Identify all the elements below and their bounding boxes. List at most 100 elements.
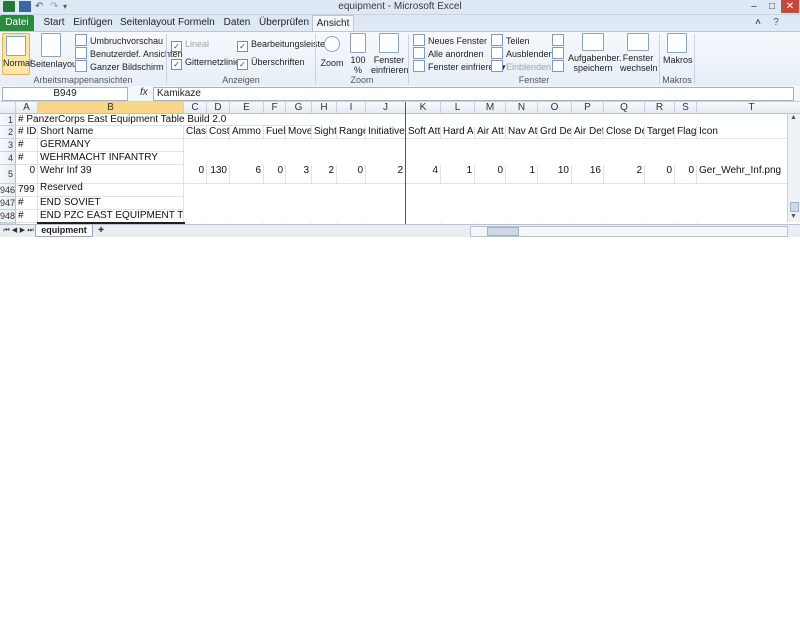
- column-header-p[interactable]: P: [572, 102, 604, 114]
- zoom-100-button[interactable]: 100 %: [347, 33, 369, 75]
- column-header-l[interactable]: L: [441, 102, 475, 114]
- table-cell[interactable]: 1: [506, 165, 538, 184]
- table-cell[interactable]: #: [16, 139, 38, 152]
- table-cell[interactable]: Flag: [675, 126, 697, 139]
- table-cell[interactable]: # PanzerCorps East Equipment Table Build…: [16, 114, 316, 126]
- table-cell[interactable]: 799: [16, 184, 38, 197]
- row-header[interactable]: 948: [0, 210, 16, 223]
- table-cell[interactable]: END PZC EAST EQUIPMENT TABLE: [38, 210, 184, 223]
- horizontal-scrollbar[interactable]: [470, 226, 788, 237]
- row-header[interactable]: 3: [0, 139, 16, 152]
- tab-seitenlayout[interactable]: Seitenlayout: [120, 15, 175, 31]
- column-header-n[interactable]: N: [506, 102, 538, 114]
- table-cell[interactable]: Hard Att: [441, 126, 475, 139]
- split-button[interactable]: Teilen: [491, 34, 530, 47]
- help-icon[interactable]: ?: [770, 15, 782, 31]
- row-header[interactable]: 4: [0, 152, 16, 165]
- column-header-q[interactable]: Q: [604, 102, 645, 114]
- table-cell[interactable]: 0: [675, 165, 697, 184]
- last-sheet-icon[interactable]: ⏭: [26, 226, 35, 235]
- insert-sheet-icon[interactable]: ✚: [95, 226, 107, 235]
- table-cell[interactable]: 2: [604, 165, 645, 184]
- table-cell[interactable]: 130: [207, 165, 230, 184]
- page-layout-button[interactable]: Seitenlayout: [30, 33, 80, 69]
- table-cell[interactable]: Ammo: [230, 126, 264, 139]
- table-cell[interactable]: GERMANY: [38, 139, 184, 152]
- vertical-scroll-thumb[interactable]: [790, 202, 799, 212]
- row-header[interactable]: 5: [0, 165, 16, 184]
- table-cell[interactable]: 3: [286, 165, 312, 184]
- column-header-i[interactable]: I: [337, 102, 366, 114]
- table-cell[interactable]: 0: [645, 165, 675, 184]
- table-cell[interactable]: Initiative: [366, 126, 406, 139]
- table-cell[interactable]: Move: [286, 126, 312, 139]
- table-cell[interactable]: Ger_Wehr_Inf.png: [697, 165, 800, 184]
- tab-ueberpruefen[interactable]: Überprüfen: [259, 15, 309, 31]
- name-box[interactable]: B949: [2, 87, 128, 101]
- sheet-tab-equipment[interactable]: equipment: [35, 225, 93, 237]
- unhide-button[interactable]: Einblenden: [491, 60, 551, 73]
- tab-start[interactable]: Start: [40, 15, 68, 31]
- tab-ansicht[interactable]: Ansicht: [312, 15, 354, 32]
- ruler-checkbox[interactable]: ✓ Lineal: [171, 38, 209, 52]
- ribbon-minimize-icon[interactable]: ˄: [752, 15, 764, 31]
- table-cell[interactable]: # ID: [16, 126, 38, 139]
- tab-einfuegen[interactable]: Einfügen: [72, 15, 114, 31]
- table-cell[interactable]: #: [16, 210, 38, 223]
- table-cell[interactable]: Cost: [207, 126, 230, 139]
- column-header-k[interactable]: K: [406, 102, 441, 114]
- arrange-all-button[interactable]: Alle anordnen: [413, 47, 484, 60]
- table-cell[interactable]: 16: [572, 165, 604, 184]
- table-cell[interactable]: #: [16, 197, 38, 210]
- table-cell[interactable]: 0: [184, 165, 207, 184]
- table-cell[interactable]: WEHRMACHT INFANTRY: [38, 152, 184, 165]
- column-header-h[interactable]: H: [312, 102, 337, 114]
- column-header-f[interactable]: F: [264, 102, 286, 114]
- table-cell[interactable]: Grd Def: [538, 126, 572, 139]
- column-header-o[interactable]: O: [538, 102, 572, 114]
- save-workspace-button[interactable]: Aufgabenber. speichern: [568, 33, 622, 73]
- table-cell[interactable]: 4: [406, 165, 441, 184]
- column-header-b[interactable]: B: [38, 102, 184, 114]
- column-header-g[interactable]: G: [286, 102, 312, 114]
- column-header-t[interactable]: T: [697, 102, 800, 114]
- table-cell[interactable]: Target: [645, 126, 675, 139]
- table-cell[interactable]: Air Def: [572, 126, 604, 139]
- new-window-button[interactable]: Neues Fenster: [413, 34, 487, 47]
- column-header-e[interactable]: E: [230, 102, 264, 114]
- table-cell[interactable]: Air Att: [475, 126, 506, 139]
- macros-button[interactable]: Makros: [663, 33, 693, 65]
- table-cell[interactable]: #: [16, 152, 38, 165]
- table-cell[interactable]: 0: [16, 165, 38, 184]
- horizontal-scroll-thumb[interactable]: [487, 227, 519, 236]
- full-screen-button[interactable]: Ganzer Bildschirm: [75, 60, 164, 73]
- table-cell[interactable]: 6: [230, 165, 264, 184]
- table-cell[interactable]: Nav Att: [506, 126, 538, 139]
- table-cell[interactable]: Sight: [312, 126, 337, 139]
- select-all-corner[interactable]: [0, 102, 16, 114]
- column-header-j[interactable]: J: [366, 102, 406, 114]
- row-header[interactable]: 1: [0, 114, 16, 126]
- table-cell[interactable]: Range: [337, 126, 366, 139]
- normal-view-button[interactable]: Normal: [2, 33, 32, 75]
- table-cell[interactable]: 0: [337, 165, 366, 184]
- row-header[interactable]: 2: [0, 126, 16, 139]
- table-cell[interactable]: Short Name: [38, 126, 184, 139]
- column-header-m[interactable]: M: [475, 102, 506, 114]
- view-side-by-side-icon[interactable]: [552, 34, 567, 47]
- table-cell[interactable]: Icon: [697, 126, 800, 139]
- column-header-r[interactable]: R: [645, 102, 675, 114]
- column-header-s[interactable]: S: [675, 102, 697, 114]
- table-cell[interactable]: 2: [312, 165, 337, 184]
- table-cell[interactable]: END SOVIET: [38, 197, 184, 210]
- reset-window-position-icon[interactable]: [552, 60, 567, 73]
- column-header-a[interactable]: A: [16, 102, 38, 114]
- close-icon[interactable]: ✕: [781, 0, 799, 13]
- table-cell[interactable]: Soft Att: [406, 126, 441, 139]
- scroll-down-icon[interactable]: ▼: [790, 213, 797, 220]
- table-cell[interactable]: Reserved: [38, 179, 184, 197]
- gridlines-checkbox[interactable]: ✓ Gitternetzlinien: [171, 56, 245, 70]
- table-cell[interactable]: 0: [264, 165, 286, 184]
- table-cell[interactable]: Fuel: [264, 126, 286, 139]
- worksheet-grid[interactable]: A B C D E F G H I J K L M N O P Q R S T 1 # PanzerCorps East …: [0, 102, 800, 237]
